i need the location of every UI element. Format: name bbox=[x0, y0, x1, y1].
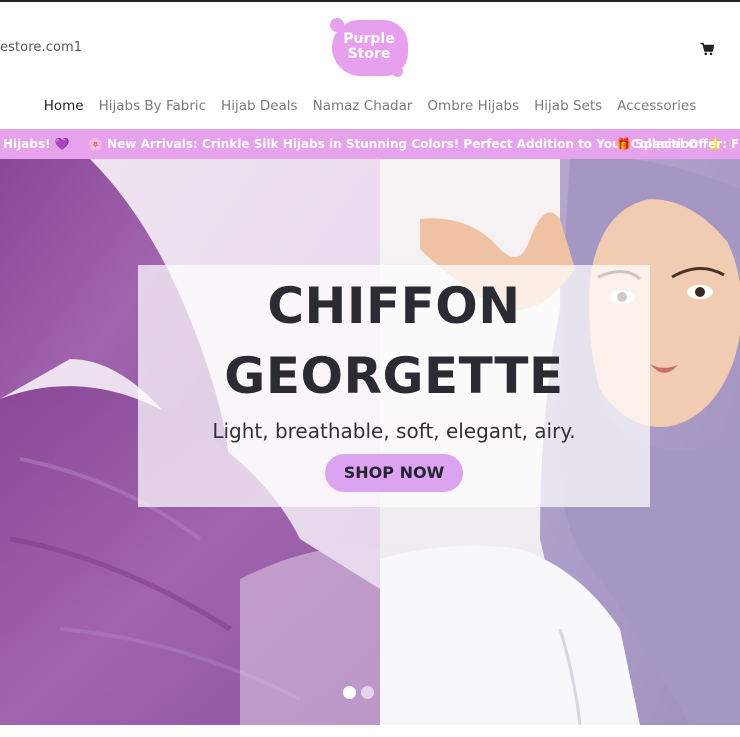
slider-dot-2[interactable] bbox=[361, 686, 374, 699]
page: estore.com1 Purple Store Home Hijabs By … bbox=[0, 0, 740, 737]
main-nav: Home Hijabs By Fabric Hijab Deals Namaz … bbox=[0, 98, 740, 122]
logo-line-1: Purple bbox=[343, 31, 395, 47]
shopping-cart-icon[interactable] bbox=[700, 42, 715, 56]
slider-dots bbox=[343, 686, 374, 699]
nav-item-accessories[interactable]: Accessories bbox=[617, 98, 696, 122]
logo-line-2: Store bbox=[347, 46, 391, 62]
slider-dot-1[interactable] bbox=[343, 686, 356, 699]
logo-text: Purple Store bbox=[330, 32, 408, 62]
logo-bubble-small bbox=[330, 18, 344, 32]
nav-item-hijab-deals[interactable]: Hijab Deals bbox=[221, 98, 298, 122]
announcement-segment: Hijabs! 💜 bbox=[3, 137, 70, 151]
nav-item-ombre-hijabs[interactable]: Ombre Hijabs bbox=[427, 98, 519, 122]
store-logo[interactable]: Purple Store bbox=[330, 18, 412, 80]
announcement-bar: Hijabs! 💜 🌸 New Arrivals: Crinkle Silk H… bbox=[0, 129, 740, 159]
hero-banner: CHIFFON GEORGETTE Light, breathable, sof… bbox=[0, 159, 740, 725]
hero-title-line-1: CHIFFON bbox=[267, 277, 521, 335]
contact-text: estore.com1 bbox=[0, 40, 83, 55]
announcement-segment: 🎁 Special Offer: First 5 bbox=[616, 137, 740, 151]
nav-item-hijab-sets[interactable]: Hijab Sets bbox=[534, 98, 602, 122]
site-header: estore.com1 Purple Store bbox=[0, 2, 740, 94]
logo-bubble-dot bbox=[392, 66, 403, 77]
nav-item-namaz-chadar[interactable]: Namaz Chadar bbox=[313, 98, 413, 122]
nav-item-home[interactable]: Home bbox=[44, 98, 84, 122]
nav-item-hijabs-by-fabric[interactable]: Hijabs By Fabric bbox=[99, 98, 206, 122]
hero-title-line-2: GEORGETTE bbox=[224, 347, 564, 405]
shop-now-button[interactable]: SHOP NOW bbox=[325, 454, 463, 492]
hero-subtitle: Light, breathable, soft, elegant, airy. bbox=[212, 419, 576, 443]
